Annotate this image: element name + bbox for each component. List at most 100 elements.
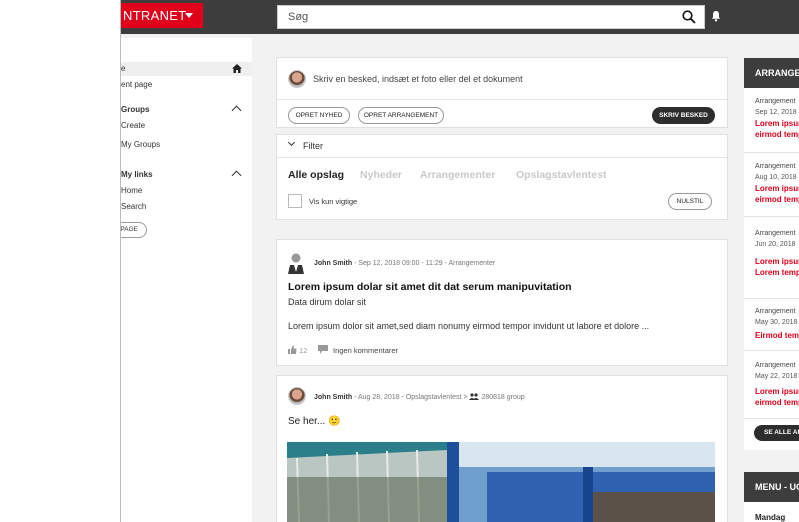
search-placeholder: Søg — [288, 11, 309, 23]
divider — [744, 298, 799, 299]
post-meta-line: John Smith - Sep 12, 2018 09:00 - 11:29 … — [314, 260, 495, 267]
event-date: May 30, 2018 — [755, 319, 798, 326]
brand-label: NTRANET — [123, 8, 187, 23]
create-news-button[interactable]: OPRET NYHED — [288, 107, 350, 124]
filter-toggle[interactable]: Filter — [303, 141, 323, 151]
events-panel: Arrangement Sep 12, 2018 Lorem ipsum eir… — [744, 88, 799, 450]
event-title: Lorem ipsum — [755, 387, 799, 396]
post-image[interactable] — [287, 442, 715, 522]
event-item[interactable]: Arrangement Jun 20, 2018 Lorem ipsum Lor… — [755, 228, 799, 278]
post-title[interactable]: Lorem ipsum dolar sit amet dit dat serum… — [288, 281, 572, 293]
event-title: Eirmod tempor — [755, 331, 799, 340]
comment-icon[interactable] — [318, 345, 328, 354]
post-author[interactable]: John Smith — [314, 394, 352, 401]
search-icon[interactable] — [682, 10, 696, 24]
sidebar-item-label: Home — [121, 186, 143, 195]
comments-link[interactable]: Ingen kommentarer — [333, 346, 398, 355]
post-meta: - Aug 28, 2018 - Opslagstavlentest — [354, 394, 462, 401]
event-type: Arrangement — [755, 163, 796, 170]
event-type: Arrangement — [755, 98, 796, 105]
event-item[interactable]: Arrangement Sep 12, 2018 Lorem ipsum eir… — [755, 96, 799, 140]
event-type: Arrangement — [755, 308, 796, 315]
event-title: eirmod tempor — [755, 398, 799, 407]
event-title: eirmod tempor — [755, 130, 799, 139]
bell-icon[interactable] — [710, 10, 722, 22]
post-subtitle: Data dirum dolar sit — [288, 297, 367, 307]
event-item[interactable]: Arrangement Aug 10, 2018 Lorem ipsum eir… — [755, 161, 799, 205]
reset-button[interactable]: NULSTIL — [668, 193, 712, 210]
event-date: Sep 12, 2018 — [755, 109, 797, 116]
top-bar: NTRANET Søg — [121, 0, 799, 34]
author-avatar — [288, 253, 304, 274]
event-date: Jun 20, 2018 — [755, 241, 796, 248]
sidebar-item-home[interactable]: e — [121, 62, 252, 76]
home-icon — [232, 64, 242, 73]
chevron-up-icon[interactable] — [231, 170, 242, 181]
menu-panel: Mandag — [744, 502, 799, 522]
event-type: Arrangement — [755, 230, 796, 237]
brand-menu-button[interactable]: NTRANET — [121, 3, 203, 28]
post-text: Se her... — [288, 416, 326, 427]
post-card: John Smith - Sep 12, 2018 09:00 - 11:29 … — [276, 239, 728, 366]
sidebar-item-create[interactable]: Create — [121, 119, 252, 133]
event-type: Arrangement — [755, 362, 796, 369]
smile-emoji: 🙂 — [328, 416, 341, 427]
tab-alle-opslag[interactable]: Alle opslag — [288, 169, 344, 181]
divider — [277, 157, 727, 158]
post-meta-line: John Smith - Aug 28, 2018 - Opslagstavle… — [314, 393, 525, 401]
menu-day: Mandag — [755, 513, 786, 522]
event-title: Lorem ipsum — [755, 184, 799, 193]
tab-arrangementer[interactable]: Arrangementer — [420, 169, 495, 181]
chevron-down-icon[interactable] — [287, 138, 296, 147]
event-title: Lorem ipsum — [755, 257, 799, 266]
sidebar-item-label: My Groups — [121, 140, 161, 149]
sidebar-item-links-home[interactable]: Home — [121, 184, 252, 198]
avatar — [288, 70, 306, 88]
post-author[interactable]: John Smith — [314, 260, 352, 267]
sidebar-item-label: e — [121, 64, 126, 73]
filter-card: Filter Alle opslag Nyheder Arrangementer… — [276, 134, 728, 220]
post-card: John Smith - Aug 28, 2018 - Opslagstavle… — [276, 375, 728, 522]
post-text-line: Se her... 🙂 — [288, 416, 340, 427]
group-icon — [469, 393, 480, 400]
sidebar-section-label: Groups — [121, 105, 150, 114]
important-only-checkbox[interactable] — [288, 194, 302, 208]
event-item[interactable]: Arrangement May 22, 2018 Lorem ipsum eir… — [755, 360, 799, 408]
sidebar-section-label: My links — [121, 170, 153, 179]
events-panel-header: ARRANGEMENTER — [744, 58, 799, 88]
search-input[interactable]: Søg — [277, 5, 705, 29]
create-event-button[interactable]: OPRET ARRANGEMENT — [358, 107, 444, 124]
sidebar-item-links-search[interactable]: Search — [121, 200, 252, 214]
sidebar-section-groups[interactable]: Groups — [121, 103, 252, 117]
thumbs-up-icon[interactable] — [288, 345, 297, 354]
write-message-button[interactable]: SKRIV BESKED — [652, 107, 715, 124]
chevron-up-icon[interactable] — [231, 105, 242, 116]
sidebar-item-current-page[interactable]: ent page — [121, 78, 252, 92]
sidebar-item-label: ent page — [121, 80, 153, 89]
like-count: 12 — [299, 346, 308, 355]
sidebar-item-my-groups[interactable]: My Groups — [121, 138, 252, 152]
divider — [277, 99, 727, 100]
sidebar-page-button[interactable]: PAGE — [121, 222, 147, 238]
app-frame: NTRANET Søg e ent page Groups Create My … — [120, 0, 799, 522]
group-link[interactable]: 280818 group — [481, 394, 524, 401]
post-meta: - Sep 12, 2018 09:00 - 11:29 - Arrangeme… — [354, 260, 496, 267]
caret-down-icon — [185, 13, 193, 18]
divider — [744, 216, 799, 217]
menu-panel-header: MENU - UGE — [744, 472, 799, 502]
event-item[interactable]: Arrangement May 30, 2018 Eirmod tempor — [755, 306, 799, 341]
composer-card: Skriv en besked, indsæt et foto eller de… — [276, 57, 728, 128]
see-all-events-button[interactable]: SE ALLE ARRANGEMENTER — [754, 425, 799, 441]
group-arrow: > — [463, 394, 468, 401]
divider — [744, 350, 799, 351]
sidebar-section-my-links[interactable]: My links — [121, 168, 252, 182]
divider — [744, 152, 799, 153]
event-title: eirmod tempor — [755, 195, 799, 204]
tab-opslagstavlentest[interactable]: Opslagstavlentest — [516, 169, 606, 181]
sidebar-item-label: Search — [121, 202, 147, 211]
post-body: Lorem ipsum dolor sit amet,sed diam nonu… — [288, 321, 650, 331]
composer-input[interactable]: Skriv en besked, indsæt et foto eller de… — [313, 74, 523, 84]
divider — [744, 418, 799, 419]
event-title: Lorem tempor — [755, 268, 799, 277]
tab-nyheder[interactable]: Nyheder — [360, 169, 402, 181]
